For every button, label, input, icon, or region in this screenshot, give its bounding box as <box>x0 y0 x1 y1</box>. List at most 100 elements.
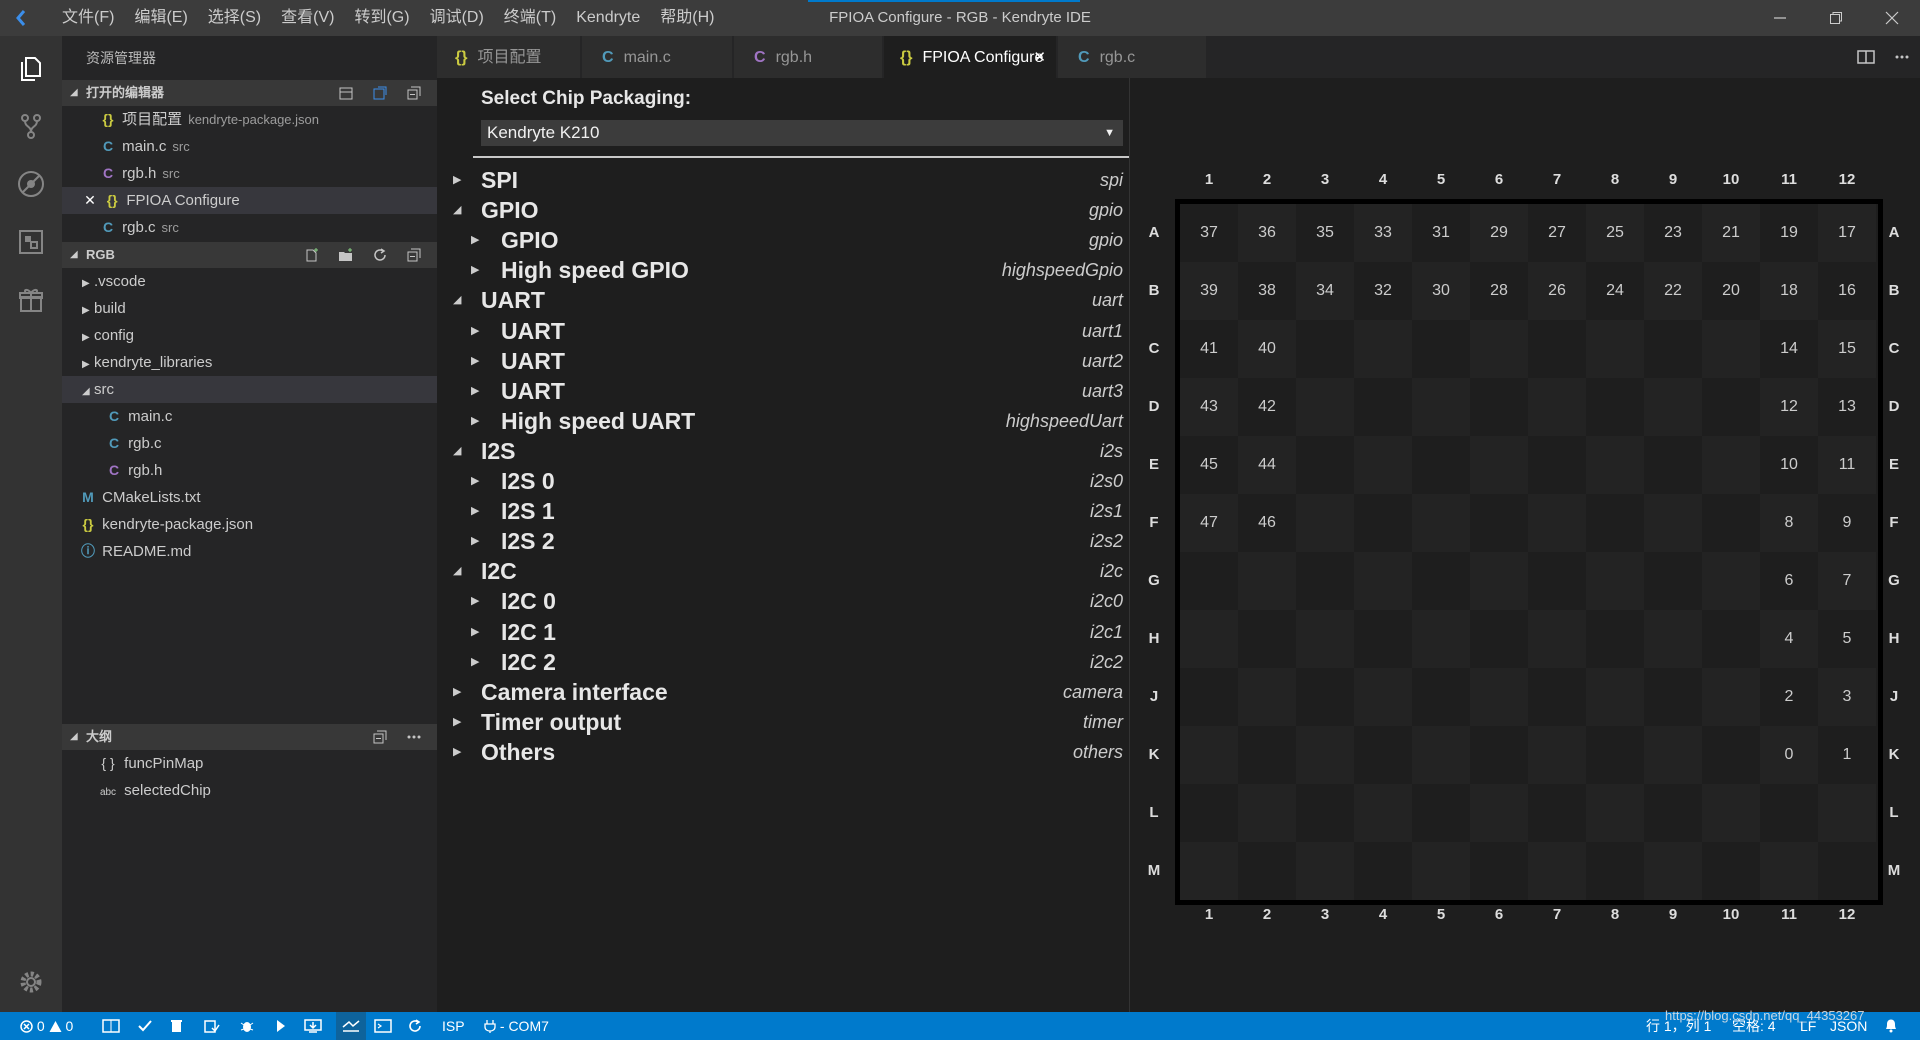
pin-cell-M12[interactable] <box>1818 842 1876 900</box>
pin-cell-M7[interactable] <box>1528 842 1586 900</box>
pin-cell-D4[interactable] <box>1354 378 1412 436</box>
tree-group-others[interactable]: ▶ Others others <box>437 737 1129 767</box>
pin-cell-D1[interactable]: 43 <box>1180 378 1238 436</box>
pin-cell-K9[interactable] <box>1644 726 1702 784</box>
activity-packages[interactable] <box>0 272 62 328</box>
pin-cell-C4[interactable] <box>1354 320 1412 378</box>
open-editor-item[interactable]: C rgb.h src <box>62 160 473 187</box>
pin-cell-A11[interactable]: 19 <box>1760 204 1818 262</box>
pin-cell-F4[interactable] <box>1354 494 1412 552</box>
pin-cell-A8[interactable]: 25 <box>1586 204 1644 262</box>
pin-cell-D10[interactable] <box>1702 378 1760 436</box>
pin-cell-M9[interactable] <box>1644 842 1702 900</box>
collapse-editors-button[interactable] <box>397 85 431 101</box>
activity-extensions[interactable] <box>0 214 62 270</box>
pin-cell-H3[interactable] <box>1296 610 1354 668</box>
status-refresh-button[interactable] <box>408 1012 422 1040</box>
pin-cell-E12[interactable]: 11 <box>1818 436 1876 494</box>
pin-cell-H12[interactable]: 5 <box>1818 610 1876 668</box>
open-editor-item[interactable]: {} 项目配置 kendryte-package.json <box>62 106 473 133</box>
close-saved-button[interactable] <box>363 85 397 101</box>
pin-cell-E5[interactable] <box>1412 436 1470 494</box>
pin-cell-M8[interactable] <box>1586 842 1644 900</box>
pin-cell-H5[interactable] <box>1412 610 1470 668</box>
menu-view[interactable]: 查看(V) <box>271 0 344 36</box>
tree-item-i2c2[interactable]: ▶ I2C 2 i2c2 <box>437 647 1129 677</box>
pin-cell-J2[interactable] <box>1238 668 1296 726</box>
pin-cell-L5[interactable] <box>1412 784 1470 842</box>
pin-cell-M1[interactable] <box>1180 842 1238 900</box>
pin-cell-C2[interactable]: 40 <box>1238 320 1296 378</box>
pin-cell-M4[interactable] <box>1354 842 1412 900</box>
pin-cell-A5[interactable]: 31 <box>1412 204 1470 262</box>
pin-cell-C10[interactable] <box>1702 320 1760 378</box>
folder-item-src[interactable]: ◢ src <box>62 376 457 403</box>
pin-cell-M5[interactable] <box>1412 842 1470 900</box>
pin-cell-H9[interactable] <box>1644 610 1702 668</box>
pin-cell-G8[interactable] <box>1586 552 1644 610</box>
pin-cell-J12[interactable]: 3 <box>1818 668 1876 726</box>
pin-cell-F8[interactable] <box>1586 494 1644 552</box>
pin-cell-B1[interactable]: 39 <box>1180 262 1238 320</box>
pin-cell-D12[interactable]: 13 <box>1818 378 1876 436</box>
pin-cell-E7[interactable] <box>1528 436 1586 494</box>
pin-cell-E8[interactable] <box>1586 436 1644 494</box>
collapse-folders-button[interactable] <box>397 247 431 263</box>
pin-cell-A1[interactable]: 37 <box>1180 204 1238 262</box>
menu-file[interactable]: 文件(F) <box>52 0 124 36</box>
pin-cell-E3[interactable] <box>1296 436 1354 494</box>
tree-group-gpio[interactable]: ◢ GPIO gpio <box>437 195 1129 225</box>
pin-cell-K7[interactable] <box>1528 726 1586 784</box>
editor-more-button[interactable] <box>1884 49 1920 65</box>
more-actions-button[interactable] <box>397 729 431 745</box>
status-clean-button[interactable] <box>170 1012 183 1040</box>
status-terminal-button[interactable] <box>374 1012 392 1040</box>
pin-cell-K12[interactable]: 1 <box>1818 726 1876 784</box>
pin-cell-G11[interactable]: 6 <box>1760 552 1818 610</box>
pin-cell-L2[interactable] <box>1238 784 1296 842</box>
tree-item-i2s2[interactable]: ▶ I2S 2 i2s2 <box>437 526 1129 556</box>
tree-item-i2s1[interactable]: ▶ I2S 1 i2s1 <box>437 496 1129 526</box>
menu-selection[interactable]: 选择(S) <box>198 0 271 36</box>
pin-cell-K2[interactable] <box>1238 726 1296 784</box>
file-item[interactable]: ⓘ README.md <box>62 538 453 565</box>
pin-cell-E6[interactable] <box>1470 436 1528 494</box>
pin-cell-E4[interactable] <box>1354 436 1412 494</box>
pin-cell-L10[interactable] <box>1702 784 1760 842</box>
open-editor-item-active[interactable]: ✕ {} FPIOA Configure <box>62 187 457 214</box>
pin-cell-D7[interactable] <box>1528 378 1586 436</box>
tree-group-i2c[interactable]: ◢ I2C i2c <box>437 556 1129 586</box>
pin-cell-F10[interactable] <box>1702 494 1760 552</box>
tree-item-highspeedGpio[interactable]: ▶ High speed GPIO highspeedGpio <box>437 255 1129 285</box>
pin-cell-H2[interactable] <box>1238 610 1296 668</box>
pin-cell-G5[interactable] <box>1412 552 1470 610</box>
pin-cell-D2[interactable]: 42 <box>1238 378 1296 436</box>
pin-cell-D3[interactable] <box>1296 378 1354 436</box>
pin-cell-A2[interactable]: 36 <box>1238 204 1296 262</box>
file-item[interactable]: C rgb.h <box>62 457 479 484</box>
menu-debug[interactable]: 调试(D) <box>420 0 494 36</box>
pin-cell-A9[interactable]: 23 <box>1644 204 1702 262</box>
status-serial-button[interactable] <box>336 1012 366 1040</box>
tree-item-gpio[interactable]: ▶ GPIO gpio <box>437 225 1129 255</box>
notifications-button[interactable] <box>1884 1012 1898 1040</box>
pin-cell-M6[interactable] <box>1470 842 1528 900</box>
pin-cell-J11[interactable]: 2 <box>1760 668 1818 726</box>
pin-cell-C5[interactable] <box>1412 320 1470 378</box>
activity-settings[interactable] <box>0 954 62 1010</box>
pin-cell-J6[interactable] <box>1470 668 1528 726</box>
pin-cell-K6[interactable] <box>1470 726 1528 784</box>
pin-cell-B9[interactable]: 22 <box>1644 262 1702 320</box>
pin-cell-B3[interactable]: 34 <box>1296 262 1354 320</box>
pin-cell-D9[interactable] <box>1644 378 1702 436</box>
tab-close-icon[interactable]: ✕ <box>1033 36 1046 80</box>
outline-header[interactable]: ◢ 大纲 <box>62 724 437 750</box>
pin-cell-E1[interactable]: 45 <box>1180 436 1238 494</box>
pin-cell-A7[interactable]: 27 <box>1528 204 1586 262</box>
pin-cell-M10[interactable] <box>1702 842 1760 900</box>
pin-cell-C3[interactable] <box>1296 320 1354 378</box>
menu-edit[interactable]: 编辑(E) <box>124 0 197 36</box>
pin-cell-D5[interactable] <box>1412 378 1470 436</box>
file-item[interactable]: C main.c <box>62 403 479 430</box>
pin-cell-J4[interactable] <box>1354 668 1412 726</box>
